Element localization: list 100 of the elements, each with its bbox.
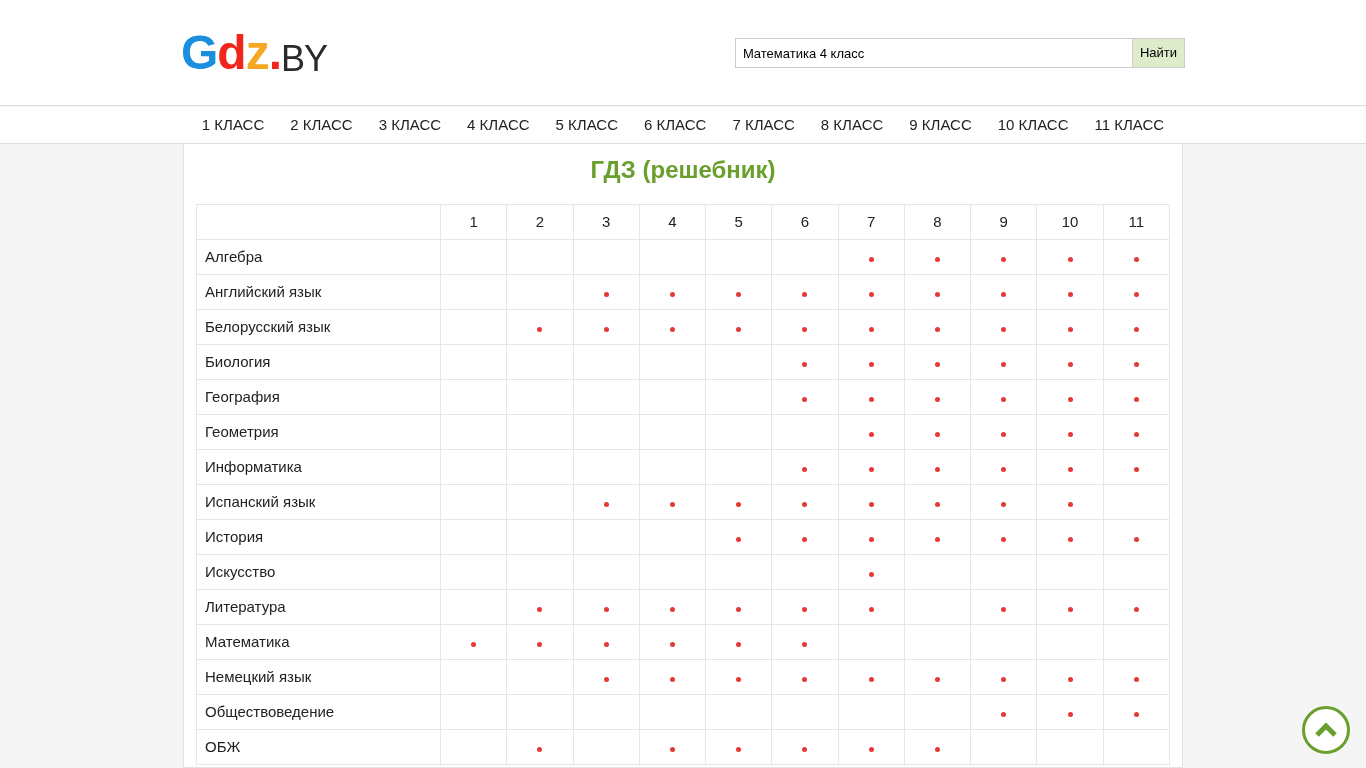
solution-dot[interactable] (868, 746, 874, 752)
solution-dot[interactable] (1001, 711, 1007, 717)
solution-dot[interactable] (1067, 396, 1073, 402)
solution-dot[interactable] (1001, 501, 1007, 507)
solution-dot[interactable] (1067, 676, 1073, 682)
nav-link[interactable]: 1 КЛАСС (188, 113, 278, 137)
nav-link[interactable]: 6 КЛАСС (631, 113, 720, 137)
solution-dot[interactable] (1001, 466, 1007, 472)
solution-dot[interactable] (868, 466, 874, 472)
solution-dot[interactable] (603, 676, 609, 682)
solution-dot[interactable] (537, 326, 543, 332)
solution-dot[interactable] (736, 641, 742, 647)
solution-dot[interactable] (1133, 396, 1139, 402)
solution-dot[interactable] (1001, 291, 1007, 297)
solution-dot[interactable] (1133, 711, 1139, 717)
solution-dot[interactable] (1001, 536, 1007, 542)
solution-dot[interactable] (1133, 291, 1139, 297)
solution-dot[interactable] (736, 536, 742, 542)
solution-dot[interactable] (736, 606, 742, 612)
solution-dot[interactable] (1133, 606, 1139, 612)
solution-dot[interactable] (603, 641, 609, 647)
nav-link[interactable]: 7 КЛАСС (719, 113, 808, 137)
solution-dot[interactable] (1001, 361, 1007, 367)
solution-dot[interactable] (1133, 536, 1139, 542)
solution-dot[interactable] (935, 746, 940, 752)
scroll-top-button[interactable] (1302, 706, 1350, 754)
solution-dot[interactable] (802, 746, 808, 752)
solution-dot[interactable] (1067, 501, 1073, 507)
solution-dot[interactable] (868, 571, 874, 577)
solution-dot[interactable] (802, 606, 808, 612)
search-button[interactable]: Найти (1132, 38, 1185, 68)
solution-dot[interactable] (1001, 676, 1007, 682)
solution-dot[interactable] (736, 501, 742, 507)
solution-dot[interactable] (868, 501, 874, 507)
solution-dot[interactable] (669, 606, 675, 612)
nav-link[interactable]: 2 КЛАСС (277, 113, 366, 137)
solution-dot[interactable] (935, 676, 940, 682)
nav-link[interactable]: 4 КЛАСС (454, 113, 543, 137)
solution-dot[interactable] (736, 676, 742, 682)
solution-dot[interactable] (935, 501, 940, 507)
solution-dot[interactable] (935, 326, 940, 332)
solution-dot[interactable] (736, 326, 742, 332)
nav-link[interactable]: 3 КЛАСС (365, 113, 455, 137)
solution-dot[interactable] (868, 431, 874, 437)
solution-dot[interactable] (669, 676, 675, 682)
nav-link[interactable]: 9 КЛАСС (896, 113, 985, 137)
solution-dot[interactable] (868, 256, 874, 262)
solution-dot[interactable] (868, 396, 874, 402)
solution-dot[interactable] (802, 466, 808, 472)
solution-dot[interactable] (1067, 466, 1073, 472)
solution-dot[interactable] (736, 746, 742, 752)
solution-dot[interactable] (868, 291, 874, 297)
solution-dot[interactable] (1001, 431, 1007, 437)
solution-dot[interactable] (736, 291, 742, 297)
solution-dot[interactable] (1067, 606, 1073, 612)
solution-dot[interactable] (802, 641, 808, 647)
solution-dot[interactable] (603, 326, 609, 332)
solution-dot[interactable] (935, 256, 940, 262)
solution-dot[interactable] (669, 746, 675, 752)
solution-dot[interactable] (868, 536, 874, 542)
solution-dot[interactable] (1067, 536, 1073, 542)
solution-dot[interactable] (868, 606, 874, 612)
solution-dot[interactable] (802, 501, 808, 507)
solution-dot[interactable] (802, 361, 808, 367)
solution-dot[interactable] (1067, 291, 1073, 297)
solution-dot[interactable] (868, 676, 874, 682)
solution-dot[interactable] (1067, 256, 1073, 262)
solution-dot[interactable] (935, 396, 940, 402)
solution-dot[interactable] (669, 326, 675, 332)
nav-link[interactable]: 8 КЛАСС (807, 113, 897, 137)
solution-dot[interactable] (603, 291, 609, 297)
solution-dot[interactable] (935, 536, 940, 542)
solution-dot[interactable] (802, 676, 808, 682)
nav-link[interactable]: 5 КЛАСС (542, 113, 631, 137)
nav-link[interactable]: 11 КЛАСС (1081, 113, 1178, 137)
solution-dot[interactable] (802, 326, 808, 332)
solution-dot[interactable] (868, 326, 874, 332)
solution-dot[interactable] (868, 361, 874, 367)
solution-dot[interactable] (537, 641, 543, 647)
solution-dot[interactable] (471, 641, 477, 647)
solution-dot[interactable] (669, 291, 675, 297)
solution-dot[interactable] (1001, 326, 1007, 332)
solution-dot[interactable] (1133, 361, 1139, 367)
solution-dot[interactable] (603, 606, 609, 612)
solution-dot[interactable] (1001, 396, 1007, 402)
solution-dot[interactable] (669, 501, 675, 507)
solution-dot[interactable] (603, 501, 609, 507)
solution-dot[interactable] (1001, 606, 1007, 612)
solution-dot[interactable] (537, 746, 543, 752)
solution-dot[interactable] (1133, 326, 1139, 332)
solution-dot[interactable] (1133, 256, 1139, 262)
solution-dot[interactable] (1133, 466, 1139, 472)
solution-dot[interactable] (1067, 361, 1073, 367)
solution-dot[interactable] (935, 466, 940, 472)
solution-dot[interactable] (1067, 326, 1073, 332)
solution-dot[interactable] (802, 396, 808, 402)
solution-dot[interactable] (935, 291, 940, 297)
solution-dot[interactable] (802, 291, 808, 297)
solution-dot[interactable] (1067, 711, 1073, 717)
solution-dot[interactable] (935, 431, 940, 437)
